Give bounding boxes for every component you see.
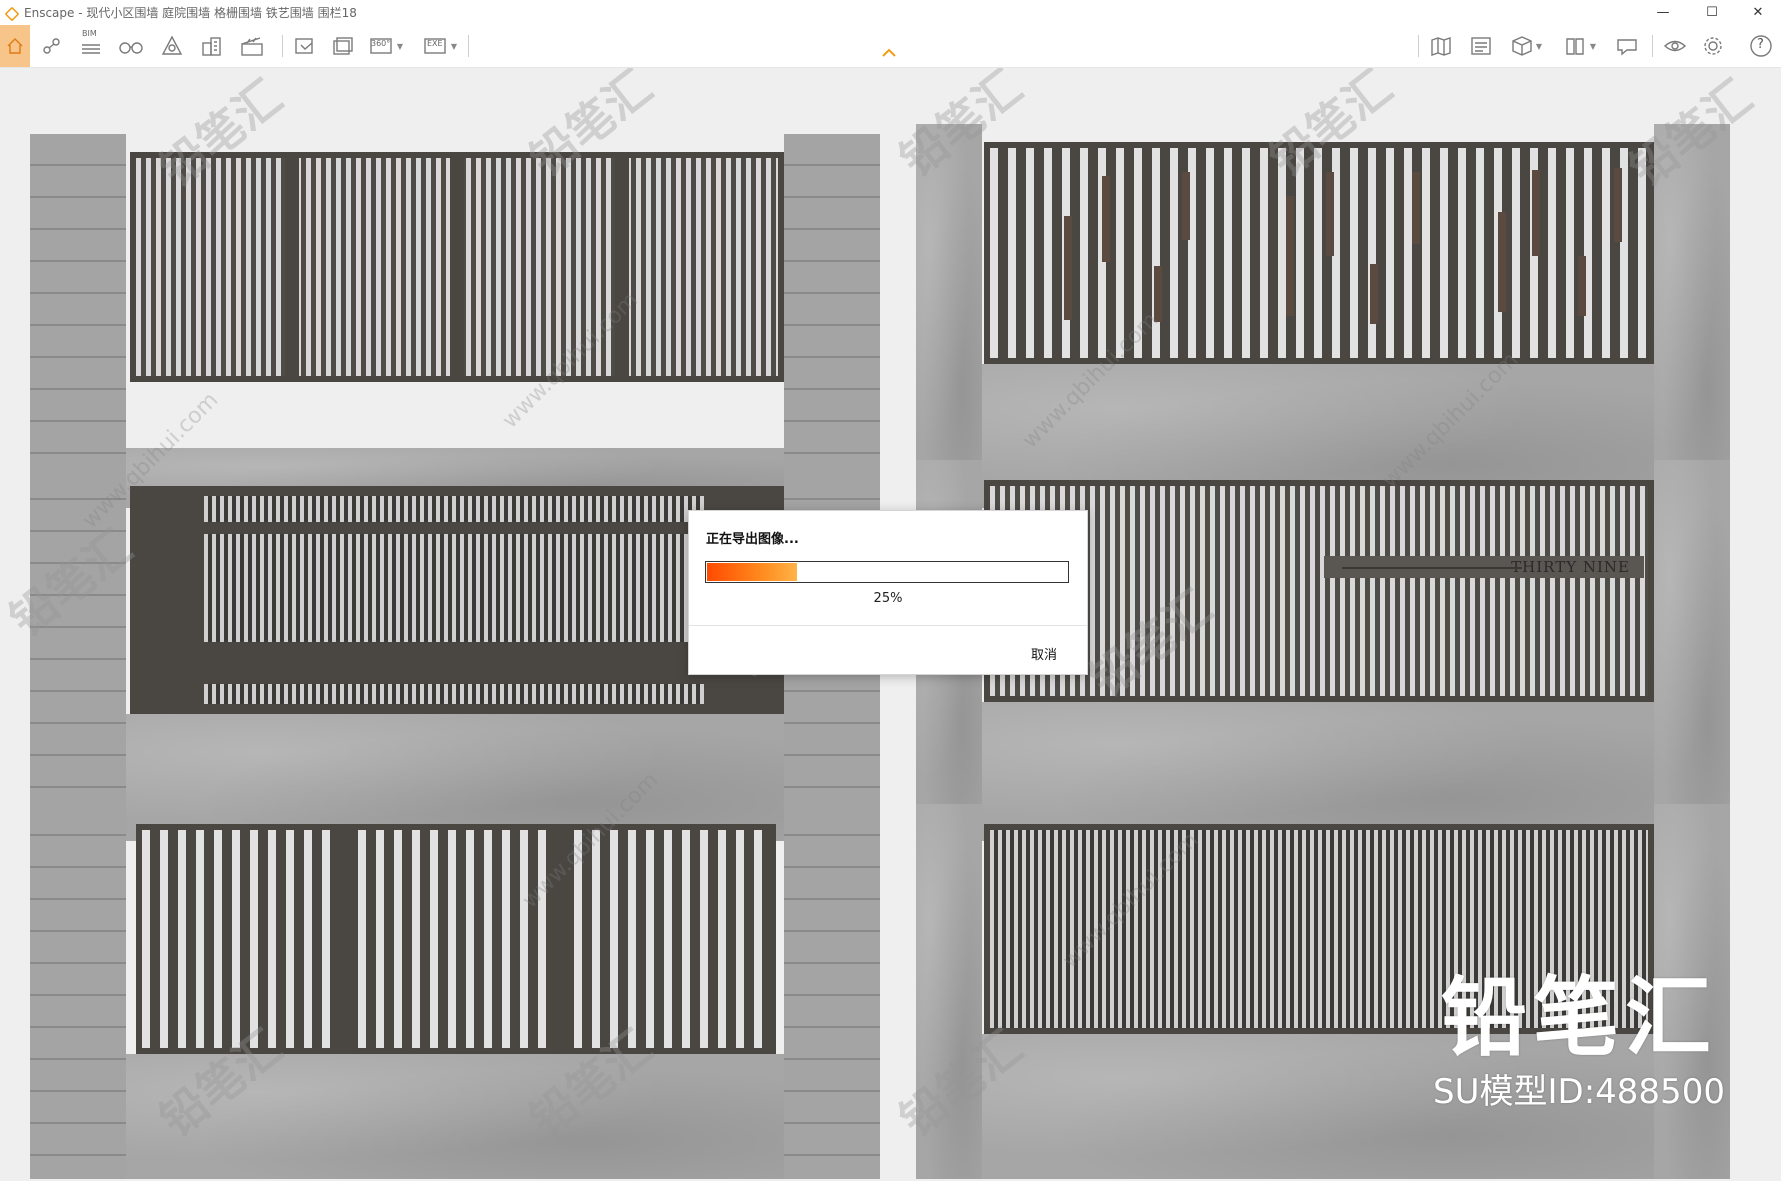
buildings-button[interactable]: [198, 31, 228, 61]
book-button[interactable]: ▼: [1560, 31, 1600, 61]
binoculars-icon: [119, 42, 143, 54]
asset-library-button[interactable]: [158, 31, 186, 61]
progress-bar: [705, 561, 1069, 583]
batch-render-icon: [333, 37, 353, 55]
stone-pillar-right: [784, 134, 880, 508]
dialog-title: 正在导出图像...: [706, 532, 799, 547]
screenshot-export-icon: [295, 38, 313, 54]
chevron-down-icon[interactable]: ▼: [397, 42, 403, 51]
asset-library-icon: [161, 35, 183, 55]
house-number-sign: THIRTY NINE: [1324, 556, 1644, 578]
close-button[interactable]: ✕: [1735, 0, 1781, 25]
maximize-button[interactable]: ☐: [1689, 0, 1735, 25]
cancel-button[interactable]: 取消: [1031, 644, 1057, 663]
toolbar-separator: [282, 35, 283, 57]
batch-render-button[interactable]: [328, 31, 358, 61]
stone-pillar-left: [30, 804, 126, 1179]
stone-pillar-left: [30, 468, 126, 841]
progress-fill: [707, 563, 797, 581]
brand-name: 铅笔汇: [1441, 968, 1717, 1068]
grille-fence: [136, 824, 776, 1054]
fence-model-2: [916, 124, 1730, 508]
chevron-down-icon[interactable]: ▼: [1536, 42, 1542, 51]
home-button[interactable]: [0, 25, 30, 67]
eye-icon: [1663, 40, 1687, 52]
stone-pillar-left: [30, 134, 126, 508]
cube-view-button[interactable]: ▼: [1506, 31, 1546, 61]
info-panel-icon: [1471, 37, 1491, 55]
map-button[interactable]: [1426, 31, 1456, 61]
export-exe-label: EXE: [427, 39, 443, 48]
panorama-label: 360°: [371, 39, 391, 48]
enscape-logo-icon: [4, 6, 18, 20]
bim-list-icon: [82, 44, 100, 54]
chevron-down-icon[interactable]: ▼: [451, 42, 457, 51]
stone-pillar-right: [1654, 124, 1730, 508]
toolbar-separator: [1418, 35, 1419, 57]
map-icon: [1431, 37, 1451, 56]
bim-label: BIM: [82, 29, 97, 38]
fence-model-1: [30, 134, 880, 508]
sign-text: THIRTY NINE: [1511, 558, 1630, 576]
model-id: SU模型ID:488500: [1433, 1072, 1725, 1112]
stone-pillar-left: [916, 804, 982, 1179]
cube-icon: [1512, 36, 1532, 56]
view-management-button[interactable]: [38, 31, 64, 61]
info-panel-button[interactable]: [1466, 31, 1496, 61]
grille-fence: [130, 152, 784, 382]
stone-pillar-right: [784, 804, 880, 1179]
feedback-button[interactable]: [1612, 31, 1642, 61]
dialog-divider: [689, 625, 1087, 626]
collapse-toolbar-chevron-up-icon[interactable]: [881, 47, 897, 59]
help-button[interactable]: ?: [1746, 31, 1776, 61]
progress-percent: 25%: [873, 591, 903, 606]
screenshot-button[interactable]: [290, 31, 320, 61]
export-progress-dialog: 正在导出图像... 25% 取消: [688, 510, 1088, 675]
toolbar-separator: [1652, 35, 1653, 57]
brand-watermark: 铅笔汇 SU模型ID:488500: [1424, 970, 1734, 1112]
location-pin-icon: [43, 38, 60, 54]
stone-pillar-left: [916, 124, 982, 508]
settings-button[interactable]: [1698, 31, 1728, 61]
stone-base: [126, 1054, 784, 1179]
clapperboard-icon: [241, 37, 263, 56]
window-title: Enscape - 现代小区围墙 庭院围墙 格栅围墙 铁艺围墙 围栏18: [24, 6, 357, 20]
chevron-down-icon[interactable]: ▼: [1590, 42, 1596, 51]
help-label: ?: [1757, 37, 1764, 52]
title-bar: Enscape - 现代小区围墙 庭院围墙 格栅围墙 铁艺围墙 围栏18 — ☐…: [0, 0, 1781, 25]
binoculars-button[interactable]: [116, 31, 146, 61]
grille-fence: [984, 142, 1654, 364]
bim-button[interactable]: BIM: [76, 29, 106, 61]
toolbar-separator: [468, 35, 469, 57]
fence-model-5: [30, 804, 880, 1179]
export-exe-button[interactable]: EXE ▼: [420, 31, 460, 61]
feedback-icon: [1617, 39, 1637, 56]
book-icon: [1566, 38, 1584, 55]
grille-fence: [130, 486, 784, 714]
minimize-button[interactable]: —: [1640, 0, 1686, 25]
stone-pillar-right: [1654, 460, 1730, 841]
panorama-button[interactable]: 360° ▼: [366, 31, 406, 61]
home-icon: [7, 38, 23, 54]
gear-icon: [1704, 37, 1722, 55]
visibility-button[interactable]: [1660, 31, 1690, 61]
video-editor-button[interactable]: [236, 31, 270, 61]
buildings-icon: [202, 37, 221, 56]
